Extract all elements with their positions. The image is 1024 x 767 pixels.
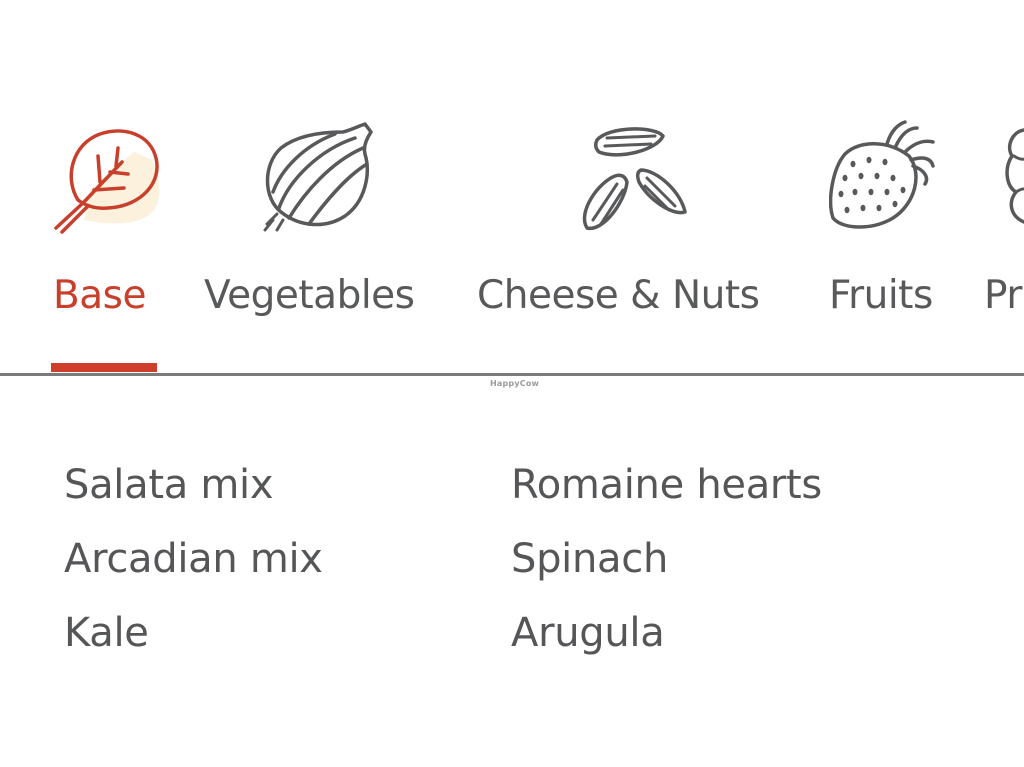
ingredient-list-column-2: Romaine hearts Spinach Arugula xyxy=(511,448,822,670)
strawberry-icon xyxy=(829,120,953,242)
list-item: Romaine hearts xyxy=(511,462,822,508)
tab-vegetables-label: Vegetables xyxy=(204,273,415,318)
category-tab-bar: Base Vegetables Cheese & Nuts Fruits Pr xyxy=(0,0,1024,376)
leaf-icon xyxy=(50,120,174,242)
tab-cheese-nuts-label: Cheese & Nuts xyxy=(477,273,760,318)
tab-protein-label: Pr xyxy=(984,273,1022,318)
onion-icon xyxy=(259,120,383,242)
list-item: Kale xyxy=(64,610,149,656)
list-item: Spinach xyxy=(511,536,669,582)
watermark: HappyCow xyxy=(490,379,540,388)
active-tab-indicator xyxy=(51,363,157,372)
list-item: Arugula xyxy=(511,610,665,656)
list-item: Arcadian mix xyxy=(64,536,323,582)
tab-divider xyxy=(0,373,1024,376)
tab-fruits-label: Fruits xyxy=(829,273,933,318)
almonds-icon xyxy=(569,120,693,242)
list-item: Salata mix xyxy=(64,462,274,508)
tab-base-label: Base xyxy=(53,273,146,318)
protein-icon xyxy=(1002,120,1024,242)
ingredient-list-column-1: Salata mix Arcadian mix Kale xyxy=(64,448,323,670)
